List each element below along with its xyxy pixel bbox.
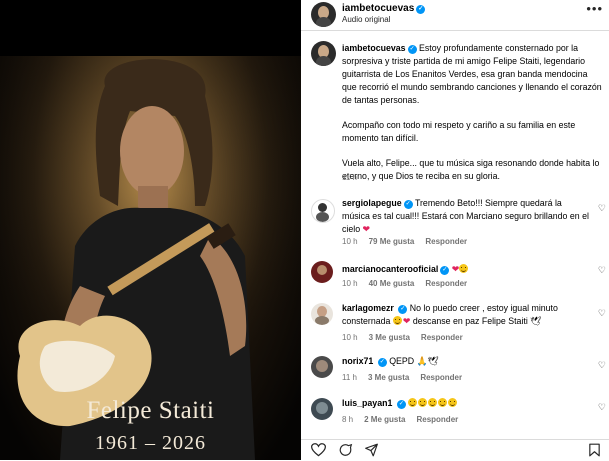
red-heart-emoji: ❤ [402,316,411,326]
sad-face-emoji [448,398,458,407]
verified-icon: ✓ [398,305,408,314]
comment-meta: 8 h 2 Me gusta Responder [342,415,469,424]
reply-button[interactable]: Responder [425,237,467,246]
verified-icon: ✓ [416,5,426,14]
post-image[interactable]: Felipe Staiti 1961 – 2026 [0,0,301,460]
memorial-years: 1961 – 2026 [95,432,206,454]
comment-text: karlagomezr ✓ No lo puedo creer , estoy … [342,302,592,328]
comment-likes[interactable]: 3 Me gusta [368,373,409,382]
caption-time: 11 h [342,173,357,182]
reply-button[interactable]: Responder [421,333,463,342]
comment-text: luis_payan1 ✓ [342,397,592,410]
header-username[interactable]: iambetocuevas ✓ [342,3,426,14]
share-icon[interactable] [364,443,379,457]
sad-face-emoji [418,398,428,407]
comment-time: 11 h [342,373,357,382]
comment-avatar[interactable] [311,199,335,223]
comment-username[interactable]: luis_payan1 [342,398,392,408]
comment-meta: 11 h 3 Me gusta Responder [342,373,473,382]
comment-text: marcianocanterooficial ✓ ❤ [342,263,592,276]
like-comment-heart-icon[interactable]: ♡ [598,203,606,214]
comment-likes[interactable]: 79 Me gusta [369,237,415,246]
comment-likes[interactable]: 2 Me gusta [364,415,405,424]
bookmark-icon[interactable] [588,443,601,457]
post-caption: iambetocuevas ✓ Estoy profundamente const… [342,42,604,195]
caption-avatar[interactable] [311,41,336,66]
sad-face-emoji [392,316,402,325]
verified-icon: ✓ [377,358,387,367]
dove-emoji: 🕊 [427,356,439,366]
more-icon[interactable]: ••• [586,1,603,16]
action-bar [301,439,609,461]
comment-text: norix71 ✓ QEPD 🙏🕊 [342,355,592,368]
comment-username[interactable]: karlagomezr [342,303,394,313]
comment-meta: 10 h 79 Me gusta Responder [342,237,478,246]
comment-likes[interactable]: 40 Me gusta [369,279,415,288]
audio-label[interactable]: Audio original [342,15,390,24]
caption-username[interactable]: iambetocuevas [342,43,406,53]
comment-likes[interactable]: 3 Me gusta [369,333,410,342]
comment-avatar[interactable] [311,356,333,378]
reply-button[interactable]: Responder [425,279,467,288]
caption-paragraph-2: Acompaño con todo mi respeto y cariño a … [342,120,576,143]
header-avatar[interactable] [311,2,336,27]
verified-icon: ✓ [403,200,413,209]
comment-icon[interactable] [338,443,353,457]
comment-time: 10 h [342,333,358,342]
heart-icon[interactable] [311,443,326,457]
sad-face-emoji [428,398,438,407]
comment-meta: 10 h 3 Me gusta Responder [342,333,474,342]
red-heart-emoji: ❤ [362,224,371,234]
like-comment-heart-icon[interactable]: ♡ [598,308,606,319]
red-heart-emoji: ❤ [451,264,460,274]
verified-icon: ✓ [440,266,450,275]
reply-button[interactable]: Responder [420,373,462,382]
like-comment-heart-icon[interactable]: ♡ [598,265,606,276]
comment-avatar[interactable] [311,261,333,283]
praying-hands-emoji: 🙏 [416,356,428,366]
verified-icon: ✓ [396,400,406,409]
comment-meta: 10 h 40 Me gusta Responder [342,279,478,288]
comment-body: QEPD [389,356,415,366]
caption-paragraph-3: Vuela alto, Felipe... que tu música siga… [342,158,600,181]
comment-time: 8 h [342,415,354,424]
comment-username[interactable]: sergiolapegue [342,198,402,208]
comment-username[interactable]: marcianocanterooficial [342,264,438,274]
sad-face-emoji [438,398,448,407]
comment-time: 10 h [342,279,358,288]
dove-emoji: 🕊 [530,316,542,326]
reply-button[interactable]: Responder [416,415,458,424]
like-comment-heart-icon[interactable]: ♡ [598,402,606,413]
comment-body-continued: descanse en paz Felipe Staiti [412,316,528,326]
sad-face-emoji [459,264,469,273]
comment-text: sergiolapegue ✓ Tremendo Beto!!! Siempre … [342,197,592,236]
comment-avatar[interactable] [311,303,333,325]
comment-time: 10 h [342,237,358,246]
comment-username[interactable]: norix71 [342,356,373,366]
sad-face-emoji [408,398,418,407]
verified-icon: ✓ [407,45,417,54]
post-details-panel: iambetocuevas ✓ Audio original ••• iambet… [301,0,609,460]
memorial-name: Felipe Staiti [86,397,215,424]
post-header: iambetocuevas ✓ Audio original ••• [301,0,609,31]
comment-avatar[interactable] [311,398,333,420]
like-comment-heart-icon[interactable]: ♡ [598,360,606,371]
